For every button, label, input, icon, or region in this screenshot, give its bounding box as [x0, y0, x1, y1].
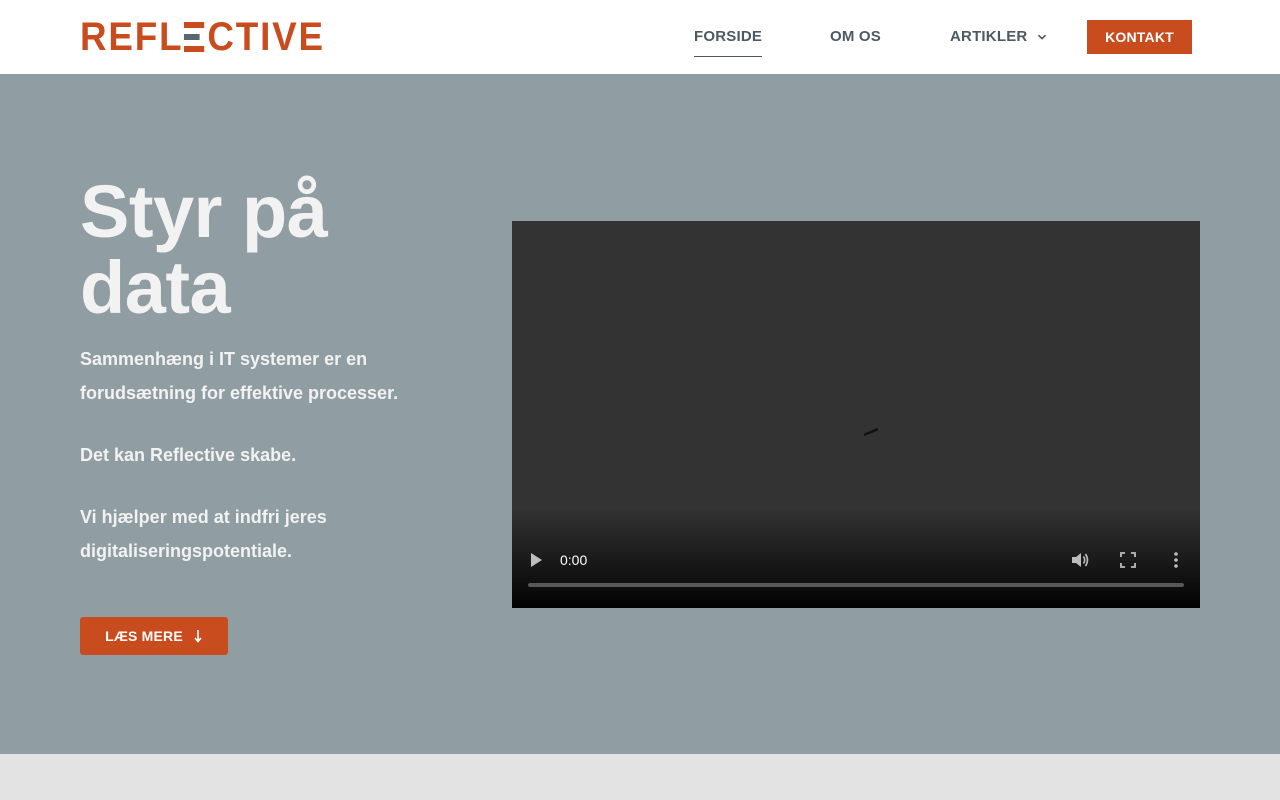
nav-item-artikler-label: ARTIKLER: [950, 28, 1028, 45]
hero-section: Styr på data Sammenhæng i IT systemer er…: [0, 74, 1280, 754]
logo-wordmark: REFL CTIVE: [80, 15, 325, 59]
more-vert-icon[interactable]: [1168, 550, 1184, 570]
volume-icon[interactable]: [1070, 550, 1090, 570]
loading-spinner-icon: [864, 428, 878, 436]
logo-e-glyph: [184, 22, 205, 52]
laes-mere-label: LÆS MERE: [105, 628, 183, 644]
nav-item-forside[interactable]: FORSIDE: [694, 28, 763, 57]
video-controls-overlay: [512, 508, 1200, 608]
video-player[interactable]: 0:00: [512, 221, 1200, 608]
kontakt-button[interactable]: KONTAKT: [1087, 20, 1192, 54]
hero-title: Styr på data: [80, 170, 328, 329]
play-icon[interactable]: [528, 551, 544, 569]
chevron-down-icon: [1038, 34, 1047, 40]
hero-paragraph-3: Vi hjælper med at indfri jeres digitalis…: [80, 507, 327, 561]
hero-paragraph-2: Det kan Reflective skabe.: [80, 445, 297, 465]
site-header: REFL CTIVE FORSIDE OM OS ARTIKLER KONTAKT: [0, 0, 1280, 74]
fullscreen-icon[interactable]: [1119, 550, 1137, 570]
laes-mere-button[interactable]: LÆS MERE: [80, 617, 228, 655]
site-logo[interactable]: REFL CTIVE: [80, 15, 346, 59]
video-current-time: 0:00: [560, 552, 588, 568]
nav-item-om-os[interactable]: OM OS: [830, 28, 881, 45]
hero-paragraph-1: Sammenhæng i IT systemer er en forudsætn…: [80, 349, 399, 403]
arrow-down-icon: [194, 630, 202, 643]
video-progress-bar[interactable]: [528, 583, 1184, 587]
next-section: [0, 754, 1280, 800]
nav-item-artikler[interactable]: ARTIKLER: [950, 28, 1048, 45]
